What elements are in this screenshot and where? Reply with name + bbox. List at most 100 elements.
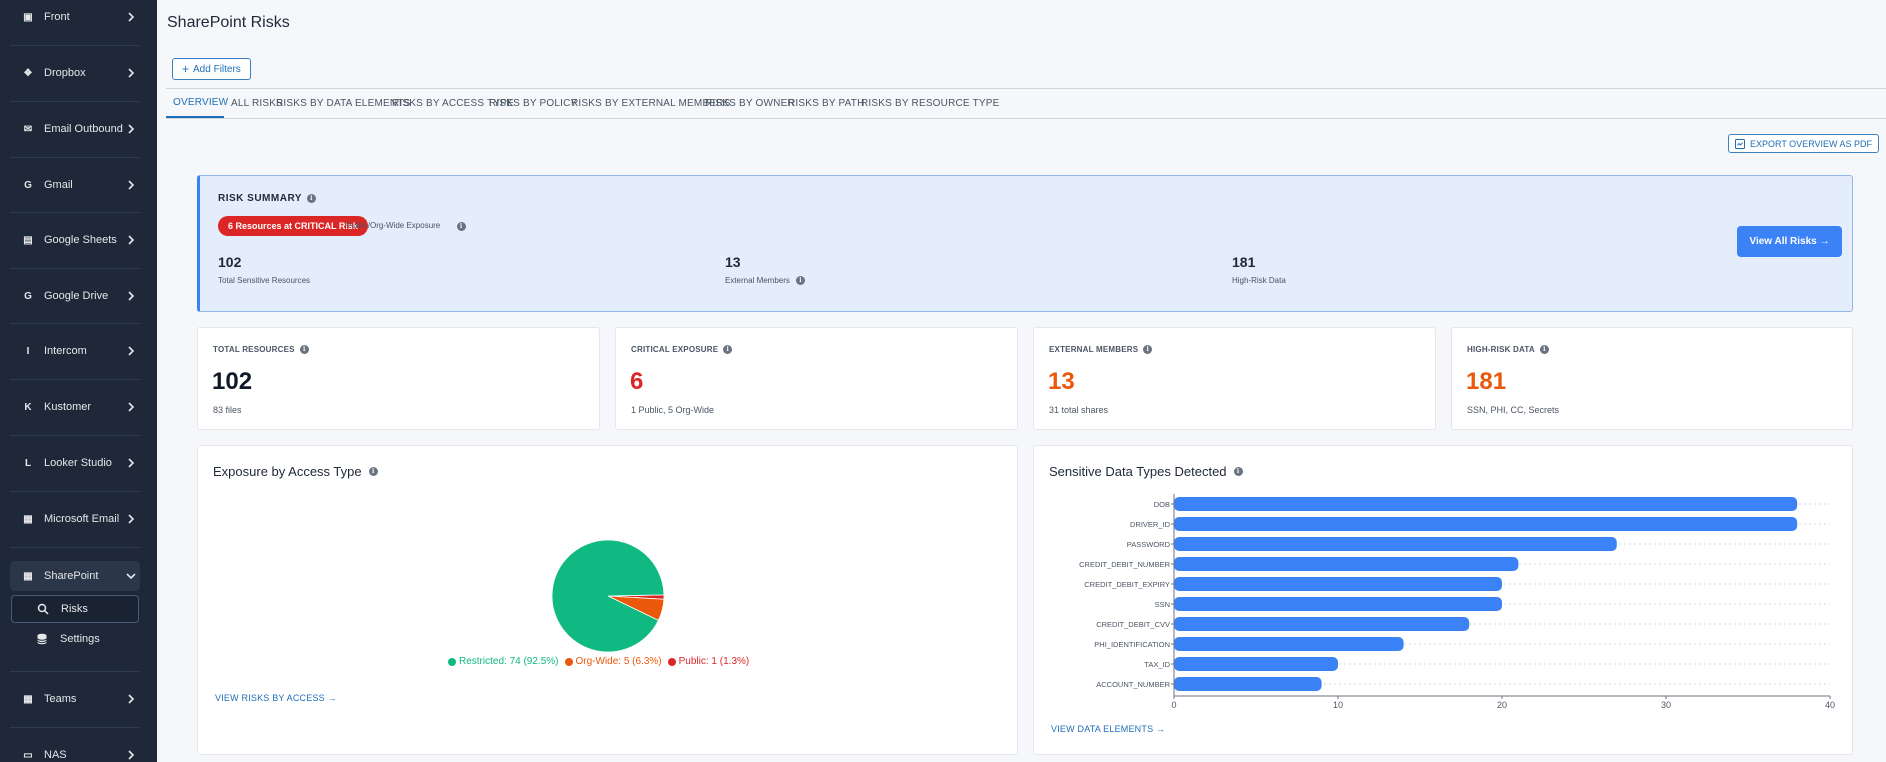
export-pdf-button[interactable]: EXPORT OVERVIEW AS PDF — [1728, 134, 1880, 153]
stat-value: 181 — [1232, 254, 1256, 270]
sidebar-subitem-risks[interactable]: Risks — [11, 595, 139, 623]
card-total-resources[interactable]: TOTAL RESOURCES i 102 83 files — [197, 327, 600, 430]
gmail-icon: G — [24, 179, 32, 191]
y-tick-label: CREDIT_DEBIT_CVV — [1096, 620, 1170, 629]
nav-separator — [10, 547, 140, 548]
sidebar-item-intercom[interactable]: I Intercom — [10, 336, 140, 366]
tab-risks-by-owner[interactable]: RISKS BY OWNER — [705, 89, 795, 118]
bar-credit-debit-expiry[interactable] — [1174, 577, 1502, 591]
card-critical-exposure[interactable]: CRITICAL EXPOSURE i 6 1 Public, 5 Org-Wid… — [615, 327, 1018, 430]
sidebar-item-google-drive[interactable]: G Google Drive — [10, 281, 140, 311]
page-title: SharePoint Risks — [167, 14, 290, 31]
sidebar-item-kustomer[interactable]: K Kustomer — [10, 392, 140, 422]
bar-dob[interactable] — [1174, 497, 1798, 511]
chevron-right-icon[interactable] — [124, 66, 138, 80]
y-tick-label: DOB — [1154, 500, 1170, 509]
pdf-icon — [1735, 138, 1745, 149]
chevron-right-icon[interactable] — [124, 344, 138, 358]
tab-overview[interactable]: OVERVIEW — [166, 89, 228, 118]
intercom-icon: I — [26, 345, 30, 357]
info-icon[interactable]: i — [306, 194, 316, 203]
chevron-right-icon[interactable] — [124, 122, 138, 136]
y-tick-label: DRIVER_ID — [1130, 520, 1171, 529]
bar-account-number[interactable] — [1174, 677, 1322, 691]
tab-risks-by-resource-type[interactable]: RISKS BY RESOURCE TYPE — [861, 89, 1000, 118]
risk-summary-title-text: RISK SUMMARY — [218, 193, 302, 204]
legend-item[interactable]: Public: 1 (1.3%) — [667, 656, 750, 667]
chevron-right-icon[interactable] — [124, 748, 138, 762]
sidebar-item-label: Google Drive — [44, 290, 109, 302]
bar-tax-id[interactable] — [1174, 657, 1338, 671]
exposure-label-text: Public/Org-Wide Exposure — [346, 221, 441, 230]
info-icon[interactable]: i — [1233, 467, 1243, 476]
exposure-by-access-panel: Exposure by Access Type i Restricted: 74 … — [197, 445, 1018, 755]
sidebar-item-looker-studio[interactable]: L Looker Studio — [10, 448, 140, 478]
card-title: TOTAL RESOURCES — [213, 345, 295, 354]
stat-value: 13 — [725, 254, 741, 270]
y-tick-label: PHI_IDENTIFICATION — [1094, 640, 1170, 649]
chevron-right-icon[interactable] — [124, 400, 138, 414]
info-icon[interactable]: i — [368, 467, 378, 476]
bar-credit-debit-cvv[interactable] — [1174, 617, 1470, 631]
document-icon: ▤ — [23, 234, 33, 246]
chevron-right-icon[interactable] — [124, 233, 138, 247]
chevron-right-icon[interactable] — [124, 10, 138, 24]
bar-credit-debit-number[interactable] — [1174, 557, 1519, 571]
sidebar-item-label: Google Sheets — [44, 234, 117, 246]
chevron-right-icon[interactable] — [124, 178, 138, 192]
info-icon[interactable]: i — [456, 222, 466, 231]
add-filters-button[interactable]: + Add Filters — [172, 58, 251, 80]
legend-label: Public: 1 (1.3%) — [678, 656, 750, 667]
sidebar-item-front[interactable]: ▣ Front — [10, 2, 140, 32]
sidebar-item-teams[interactable]: ▦ Teams — [10, 684, 140, 714]
sidebar-item-microsoft-email[interactable]: ▦ Microsoft Email — [10, 504, 140, 534]
bar-phi-identification[interactable] — [1174, 637, 1404, 651]
stat-label: External Members — [725, 276, 790, 285]
chevron-right-icon[interactable] — [124, 456, 138, 470]
sidebar-item-label: Front — [44, 11, 70, 23]
info-icon[interactable]: i — [1539, 345, 1549, 354]
main-content: SharePoint Risks + Add Filters OVERVIEW A… — [157, 0, 1886, 762]
nav-separator — [10, 212, 140, 213]
sidebar-item-google-sheets[interactable]: ▤ Google Sheets — [10, 225, 140, 255]
sidebar-item-nas[interactable]: ▭ NAS — [10, 740, 140, 762]
legend-item[interactable]: Restricted: 74 (92.5%) — [448, 656, 559, 667]
view-risks-by-access-link[interactable]: VIEW RISKS BY ACCESS → — [215, 693, 337, 703]
add-filters-label: Add Filters — [193, 63, 241, 75]
chevron-right-icon[interactable] — [124, 512, 138, 526]
tab-risks-by-path[interactable]: RISKS BY PATH — [788, 89, 865, 118]
card-high-risk-data[interactable]: HIGH-RISK DATA i 181 SSN, PHI, CC, Secret… — [1451, 327, 1853, 430]
info-icon[interactable]: i — [723, 345, 733, 354]
info-icon[interactable]: i — [1143, 345, 1153, 354]
sidebar-item-dropbox[interactable]: ❖ Dropbox — [10, 58, 140, 88]
card-external-members[interactable]: EXTERNAL MEMBERS i 13 31 total shares — [1033, 327, 1436, 430]
risk-summary-panel: RISK SUMMARY i 6 Resources at CRITICAL R… — [197, 175, 1853, 312]
sidebar-subitem-settings[interactable]: Settings — [11, 625, 139, 653]
legend-label: Restricted: 74 (92.5%) — [459, 656, 559, 667]
y-tick-label: PASSWORD — [1127, 540, 1171, 549]
card-subtext: 83 files — [213, 405, 242, 415]
bar-password[interactable] — [1174, 537, 1617, 551]
bar-driver-id[interactable] — [1174, 517, 1798, 531]
card-subtext: SSN, PHI, CC, Secrets — [1467, 405, 1560, 415]
bar-ssn[interactable] — [1174, 597, 1502, 611]
chevron-right-icon[interactable] — [124, 289, 138, 303]
sidebar-item-gmail[interactable]: G Gmail — [10, 170, 140, 200]
view-all-risks-button[interactable]: View All Risks → — [1737, 226, 1842, 257]
sidebar-subitem-label: Settings — [60, 633, 100, 645]
sidebar-item-sharepoint[interactable]: ▦ SharePoint — [10, 561, 140, 591]
info-icon[interactable]: i — [299, 345, 309, 354]
tab-risks-by-policy[interactable]: RISKS BY POLICY — [489, 89, 577, 118]
tab-risks-by-data-elements[interactable]: RISKS BY DATA ELEMENTS — [276, 89, 410, 118]
chevron-down-icon[interactable] — [124, 569, 138, 583]
y-tick-label: TAX_ID — [1144, 660, 1170, 669]
x-tick-label: 40 — [1825, 700, 1835, 710]
y-tick-label: SSN — [1155, 600, 1170, 609]
legend-item[interactable]: Org-Wide: 5 (6.3%) — [564, 656, 662, 667]
sidebar-item-email-outbound[interactable]: ✉ Email Outbound — [10, 114, 140, 144]
chevron-right-icon[interactable] — [124, 692, 138, 706]
legend-dot — [564, 657, 573, 666]
sharepoint-icon: ▦ — [23, 570, 33, 582]
view-data-elements-link[interactable]: VIEW DATA ELEMENTS → — [1051, 724, 1165, 734]
info-icon[interactable]: i — [795, 276, 805, 285]
